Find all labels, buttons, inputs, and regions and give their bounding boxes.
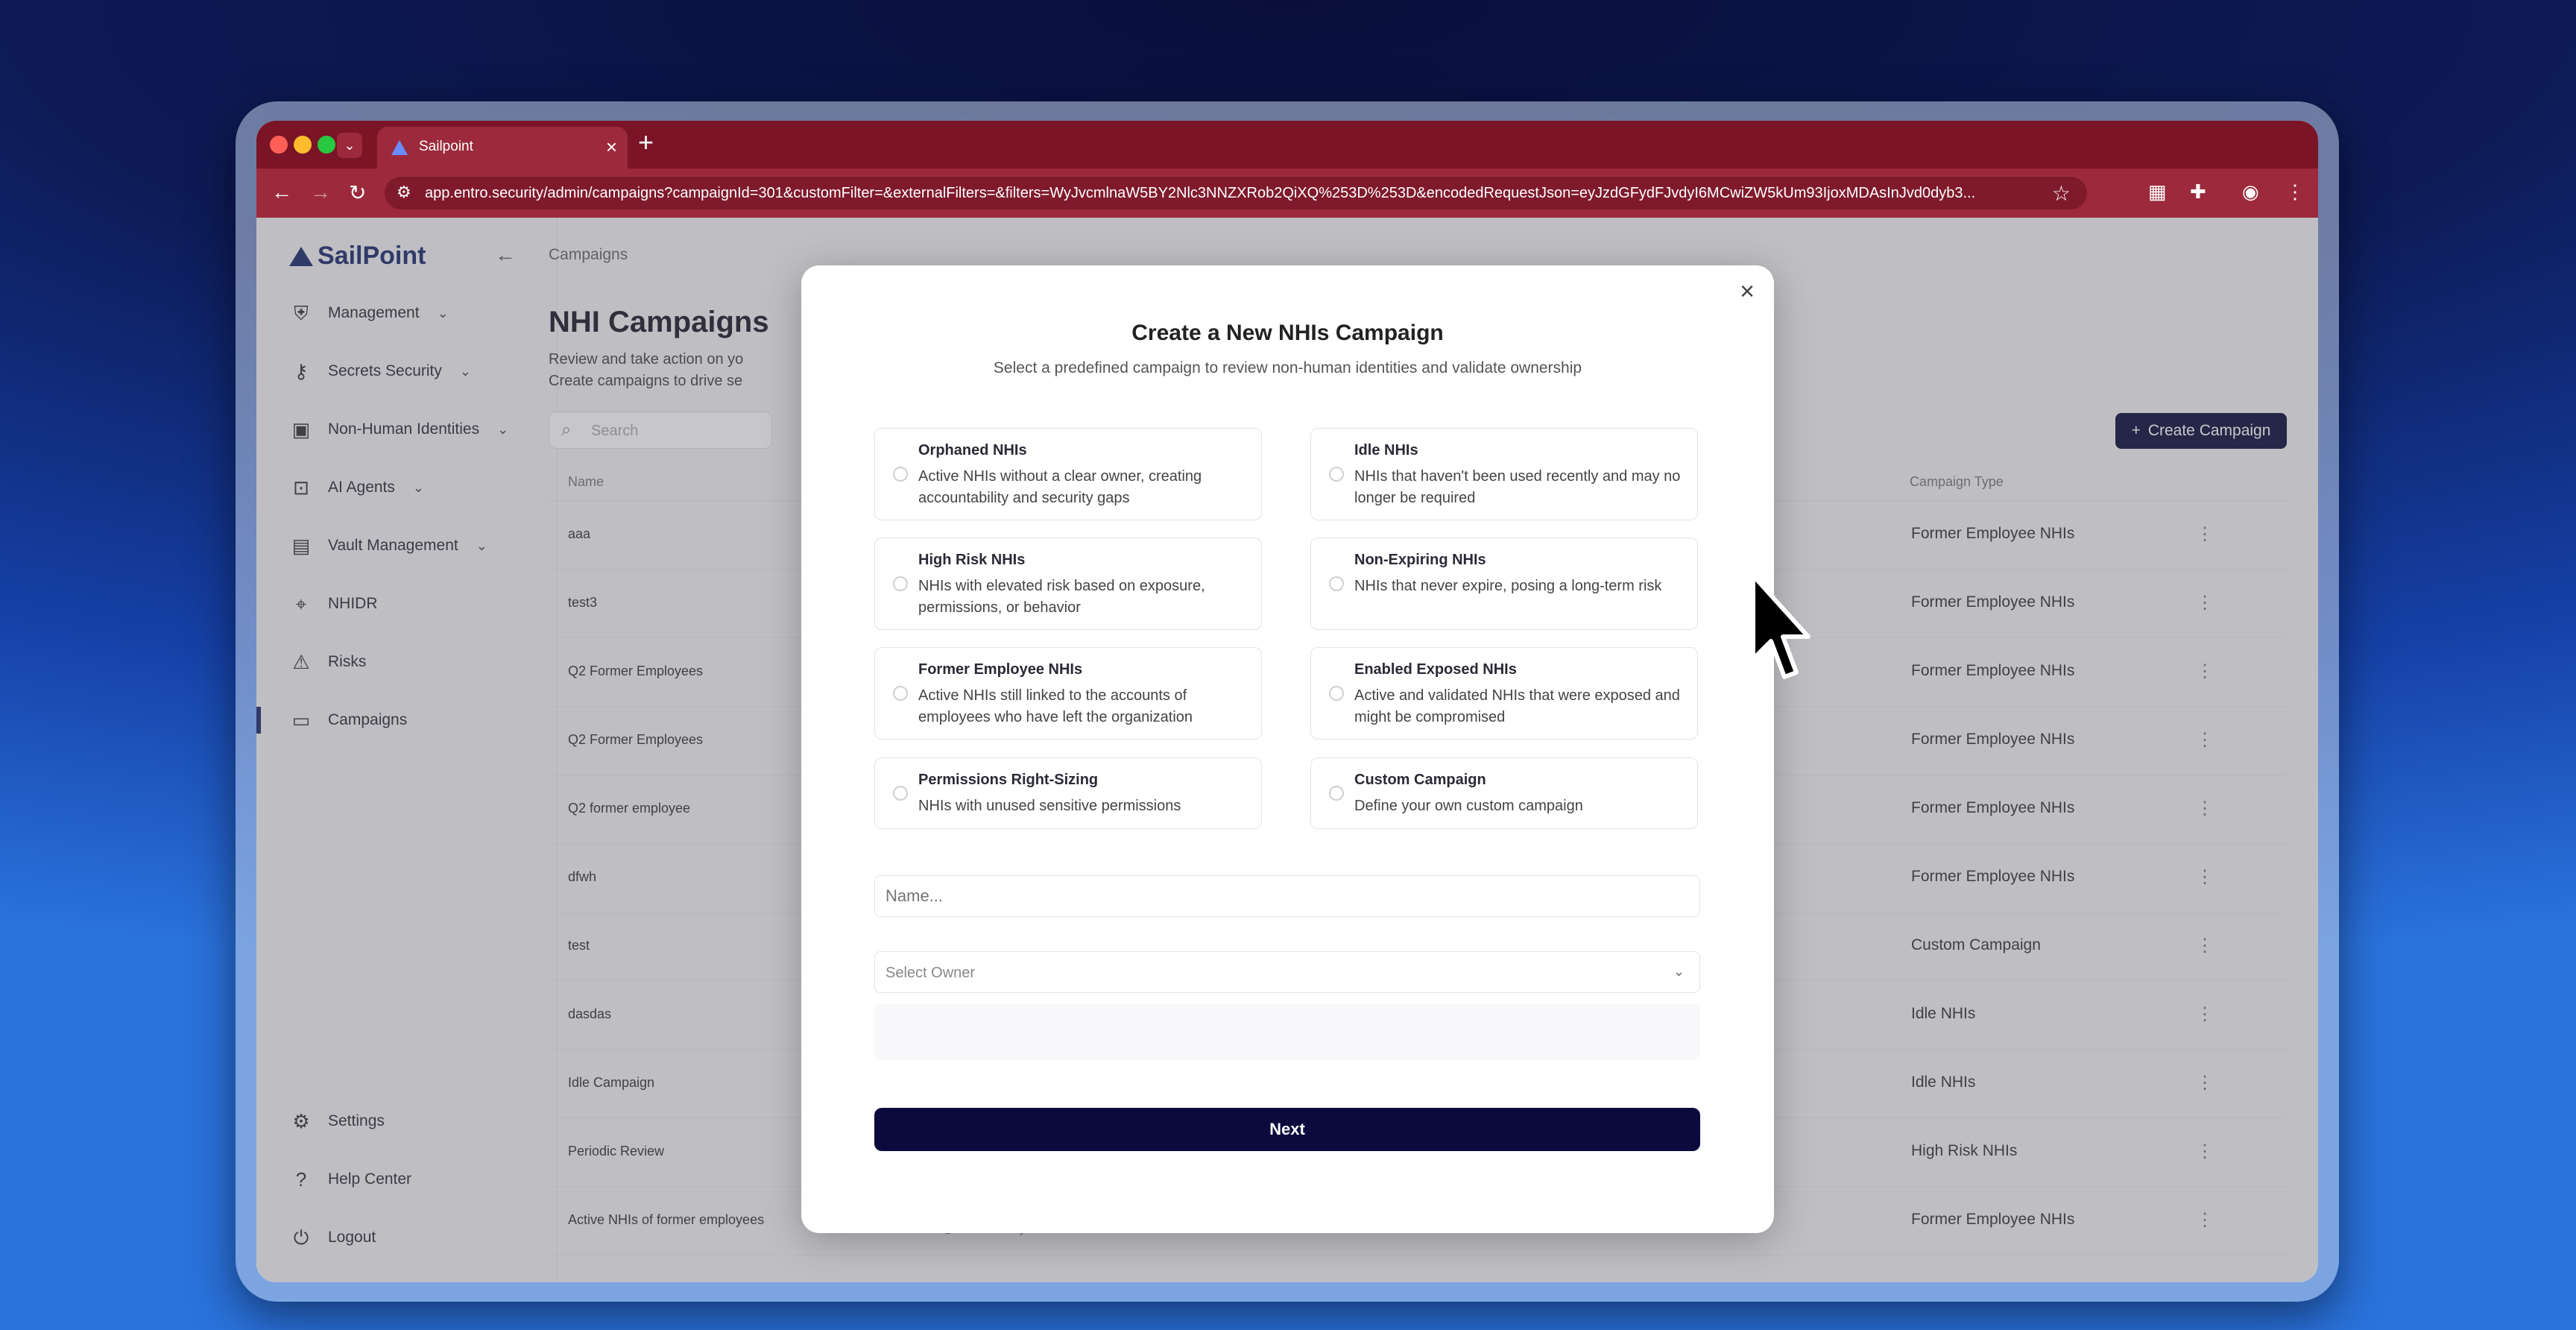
owner-select[interactable]: Select Owner ⌄ bbox=[874, 951, 1700, 993]
url-text: app.entro.security/admin/campaigns?campa… bbox=[425, 185, 1976, 201]
back-icon[interactable]: ← bbox=[271, 180, 292, 204]
option-title: Non-Expiring NHIs bbox=[1354, 552, 1486, 568]
close-icon[interactable]: × bbox=[1740, 277, 1755, 306]
browser-titlebar: ⌄ Sailpoint × + bbox=[256, 121, 2318, 168]
option-title: Enabled Exposed NHIs bbox=[1354, 661, 1517, 678]
tab-close-icon[interactable]: × bbox=[606, 136, 617, 159]
option-title: Former Employee NHIs bbox=[918, 661, 1083, 678]
modal-subtitle: Select a predefined campaign to review n… bbox=[993, 359, 1582, 376]
option-description: NHIs with unused sensitive permissions bbox=[918, 798, 1181, 814]
campaign-option-non-expiring-nhis[interactable]: Non-Expiring NHIs NHIs that never expire,… bbox=[1310, 538, 1698, 630]
tab-search-button[interactable]: ⌄ bbox=[337, 133, 362, 158]
empty-field-placeholder bbox=[874, 1003, 1700, 1060]
owner-placeholder: Select Owner bbox=[886, 965, 976, 981]
radio-button[interactable] bbox=[893, 786, 908, 801]
browser-tab[interactable]: Sailpoint × bbox=[377, 127, 628, 168]
mouse-cursor-icon bbox=[1751, 573, 1811, 679]
option-title: High Risk NHIs bbox=[918, 552, 1026, 568]
option-description: Active and validated NHIs that were expo… bbox=[1354, 687, 1680, 725]
campaign-option-enabled-exposed-nhis[interactable]: Enabled Exposed NHIs Active and validated… bbox=[1310, 647, 1698, 740]
maximize-window-button[interactable] bbox=[318, 136, 335, 154]
site-settings-icon[interactable]: ⚙ bbox=[397, 183, 411, 202]
campaign-option-orphaned-nhis[interactable]: Orphaned NHIs Active NHIs without a clear… bbox=[874, 428, 1262, 520]
address-bar[interactable]: ⚙ app.entro.security/admin/campaigns?cam… bbox=[385, 177, 2087, 209]
option-description: NHIs with elevated risk based on exposur… bbox=[918, 578, 1205, 616]
campaign-option-permissions-right-sizing[interactable]: Permissions Right-Sizing NHIs with unused… bbox=[874, 757, 1262, 829]
close-window-button[interactable] bbox=[270, 136, 288, 154]
option-title: Idle NHIs bbox=[1354, 442, 1418, 458]
option-title: Orphaned NHIs bbox=[918, 442, 1027, 458]
reload-icon[interactable]: ↻ bbox=[349, 180, 366, 205]
option-title: Permissions Right-Sizing bbox=[918, 772, 1099, 788]
campaign-name-field[interactable] bbox=[874, 875, 1700, 917]
profile-icon[interactable]: ◉ bbox=[2242, 180, 2259, 204]
option-description: Active NHIs still linked to the accounts… bbox=[918, 687, 1193, 725]
address-toolbar: ← → ↻ ⚙ app.entro.security/admin/campaig… bbox=[256, 168, 2318, 218]
minimize-window-button[interactable] bbox=[294, 136, 312, 154]
radio-button[interactable] bbox=[1329, 686, 1344, 701]
option-description: Active NHIs without a clear owner, creat… bbox=[918, 468, 1202, 506]
campaign-option-custom-campaign[interactable]: Custom Campaign Define your own custom ca… bbox=[1310, 757, 1698, 829]
browser-menu-icon[interactable]: ⋮ bbox=[2285, 180, 2305, 204]
radio-button[interactable] bbox=[1329, 467, 1344, 482]
option-description: NHIs that haven't been used recently and… bbox=[1354, 468, 1681, 506]
tab-title: Sailpoint bbox=[419, 139, 473, 154]
campaign-option-former-employee-nhis[interactable]: Former Employee NHIs Active NHIs still li… bbox=[874, 647, 1262, 740]
radio-button[interactable] bbox=[893, 467, 908, 482]
modal-title: Create a New NHIs Campaign bbox=[1131, 321, 1444, 345]
option-title: Custom Campaign bbox=[1354, 772, 1486, 788]
bookmark-star-icon[interactable]: ☆ bbox=[2052, 181, 2071, 206]
campaign-option-idle-nhis[interactable]: Idle NHIs NHIs that haven't been used rec… bbox=[1310, 428, 1698, 520]
next-button[interactable]: Next bbox=[874, 1108, 1700, 1151]
radio-button[interactable] bbox=[1329, 576, 1344, 591]
create-campaign-modal: × Create a New NHIs Campaign Select a pr… bbox=[801, 265, 1774, 1233]
option-description: Define your own custom campaign bbox=[1354, 798, 1583, 814]
extension-icon[interactable]: ▦ bbox=[2148, 180, 2167, 204]
forward-icon[interactable]: → bbox=[310, 180, 331, 204]
option-description: NHIs that never expire, posing a long-te… bbox=[1354, 578, 1662, 594]
sailpoint-favicon-icon bbox=[391, 140, 408, 155]
radio-button[interactable] bbox=[893, 576, 908, 591]
extensions-puzzle-icon[interactable]: ✚ bbox=[2190, 180, 2206, 204]
radio-button[interactable] bbox=[1329, 786, 1344, 801]
radio-button[interactable] bbox=[893, 686, 908, 701]
chevron-down-icon: ⌄ bbox=[1673, 964, 1685, 979]
campaign-option-high-risk-nhis[interactable]: High Risk NHIs NHIs with elevated risk ba… bbox=[874, 538, 1262, 630]
new-tab-icon[interactable]: + bbox=[638, 127, 654, 158]
